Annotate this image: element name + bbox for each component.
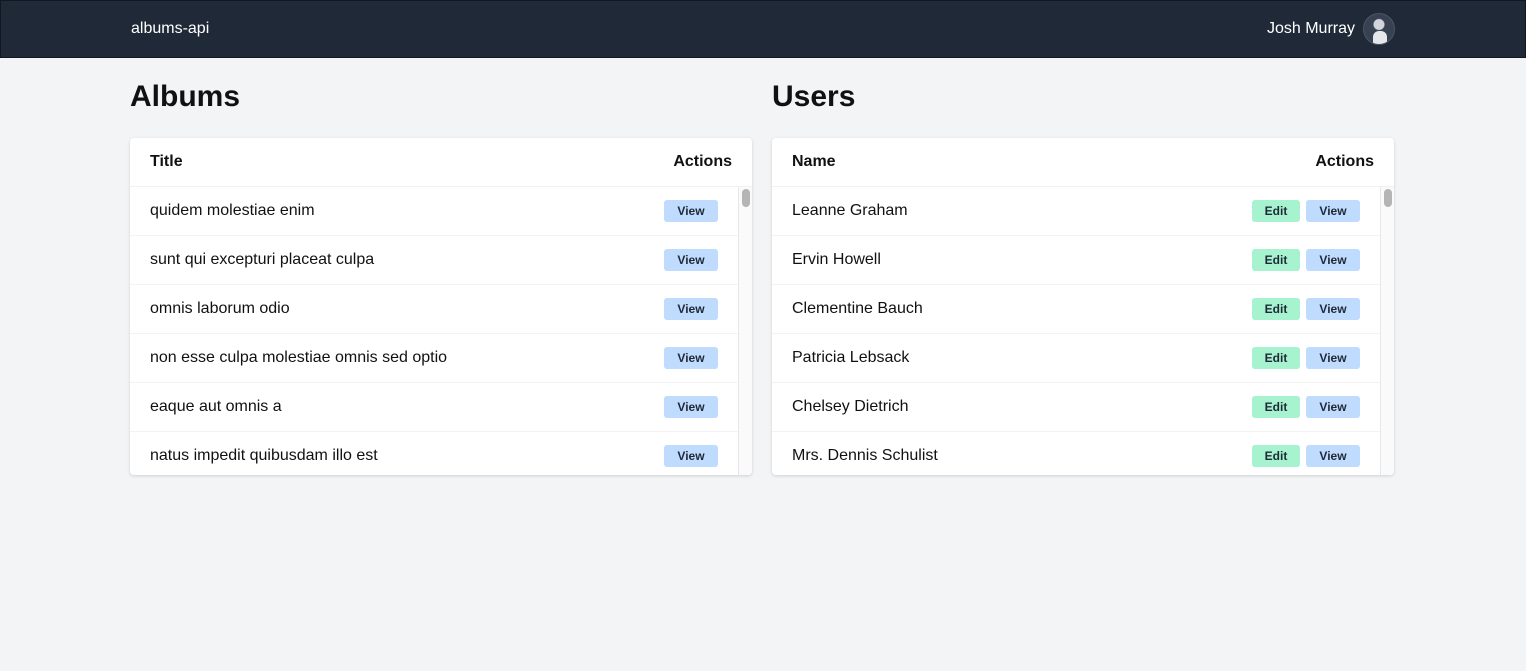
user-menu[interactable]: Josh Murray [1267, 13, 1395, 45]
column-header-actions: Actions [673, 153, 732, 170]
row-actions: Edit View [1252, 249, 1360, 271]
view-button[interactable]: View [1306, 249, 1360, 271]
row-actions: Edit View [1252, 200, 1360, 222]
scrollbar-thumb[interactable] [742, 189, 750, 207]
view-button[interactable]: View [1306, 347, 1360, 369]
row-actions: Edit View [1252, 445, 1360, 467]
view-button[interactable]: View [1306, 445, 1360, 467]
album-title: omnis laborum odio [150, 300, 290, 317]
avatar[interactable] [1363, 13, 1395, 45]
user-name-cell: Patricia Lebsack [792, 349, 910, 366]
albums-heading: Albums [130, 80, 241, 113]
albums-scrollbar[interactable] [738, 187, 752, 475]
table-row: Chelsey Dietrich Edit View [772, 383, 1380, 432]
view-button[interactable]: View [664, 445, 718, 467]
view-button[interactable]: View [664, 249, 718, 271]
edit-button[interactable]: Edit [1252, 396, 1300, 418]
user-name-cell: Clementine Bauch [792, 300, 923, 317]
albums-table-body[interactable]: quidem molestiae enim View sunt qui exce… [130, 187, 752, 475]
edit-button[interactable]: Edit [1252, 445, 1300, 467]
brand-link[interactable]: albums-api [131, 20, 209, 38]
albums-panel: Albums Title Actions quidem molestiae en… [130, 58, 752, 475]
edit-button[interactable]: Edit [1252, 249, 1300, 271]
users-table: Name Actions Leanne Graham Edit View Erv… [772, 138, 1394, 475]
row-actions: Edit View [1252, 298, 1360, 320]
view-button[interactable]: View [1306, 396, 1360, 418]
albums-table-header: Title Actions [130, 138, 752, 187]
album-title: eaque aut omnis a [150, 398, 282, 415]
table-row: omnis laborum odio View [130, 285, 738, 334]
table-row: Ervin Howell Edit View [772, 236, 1380, 285]
users-panel: Users Name Actions Leanne Graham Edit Vi… [772, 58, 1394, 475]
table-row: Patricia Lebsack Edit View [772, 334, 1380, 383]
view-button[interactable]: View [664, 298, 718, 320]
view-button[interactable]: View [664, 347, 718, 369]
edit-button[interactable]: Edit [1252, 298, 1300, 320]
edit-button[interactable]: Edit [1252, 200, 1300, 222]
users-scrollbar[interactable] [1380, 187, 1394, 475]
table-row: eaque aut omnis a View [130, 383, 738, 432]
table-row: sunt qui excepturi placeat culpa View [130, 236, 738, 285]
column-header-actions: Actions [1315, 153, 1374, 170]
table-row: natus impedit quibusdam illo est View [130, 432, 738, 475]
table-row: Leanne Graham Edit View [772, 187, 1380, 236]
main-content: Albums Title Actions quidem molestiae en… [0, 58, 1526, 475]
album-title: natus impedit quibusdam illo est [150, 447, 378, 464]
users-table-header: Name Actions [772, 138, 1394, 187]
top-navbar: albums-api Josh Murray [0, 0, 1526, 58]
table-row: non esse culpa molestiae omnis sed optio… [130, 334, 738, 383]
column-header-name: Name [792, 153, 836, 170]
albums-table: Title Actions quidem molestiae enim View… [130, 138, 752, 475]
users-heading: Users [772, 80, 856, 113]
row-actions: Edit View [1252, 396, 1360, 418]
users-table-body[interactable]: Leanne Graham Edit View Ervin Howell Edi… [772, 187, 1394, 475]
edit-button[interactable]: Edit [1252, 347, 1300, 369]
album-title: quidem molestiae enim [150, 202, 315, 219]
user-name-cell: Mrs. Dennis Schulist [792, 447, 938, 464]
row-actions: Edit View [1252, 347, 1360, 369]
album-title: sunt qui excepturi placeat culpa [150, 251, 375, 268]
user-name-cell: Ervin Howell [792, 251, 881, 268]
user-name-cell: Chelsey Dietrich [792, 398, 909, 415]
view-button[interactable]: View [664, 396, 718, 418]
user-name[interactable]: Josh Murray [1267, 20, 1355, 38]
user-name-cell: Leanne Graham [792, 202, 908, 219]
table-row: Clementine Bauch Edit View [772, 285, 1380, 334]
view-button[interactable]: View [664, 200, 718, 222]
view-button[interactable]: View [1306, 200, 1360, 222]
album-title: non esse culpa molestiae omnis sed optio [150, 349, 448, 366]
table-row: quidem molestiae enim View [130, 187, 738, 236]
view-button[interactable]: View [1306, 298, 1360, 320]
scrollbar-thumb[interactable] [1384, 189, 1392, 207]
column-header-title: Title [150, 153, 183, 170]
table-row: Mrs. Dennis Schulist Edit View [772, 432, 1380, 475]
